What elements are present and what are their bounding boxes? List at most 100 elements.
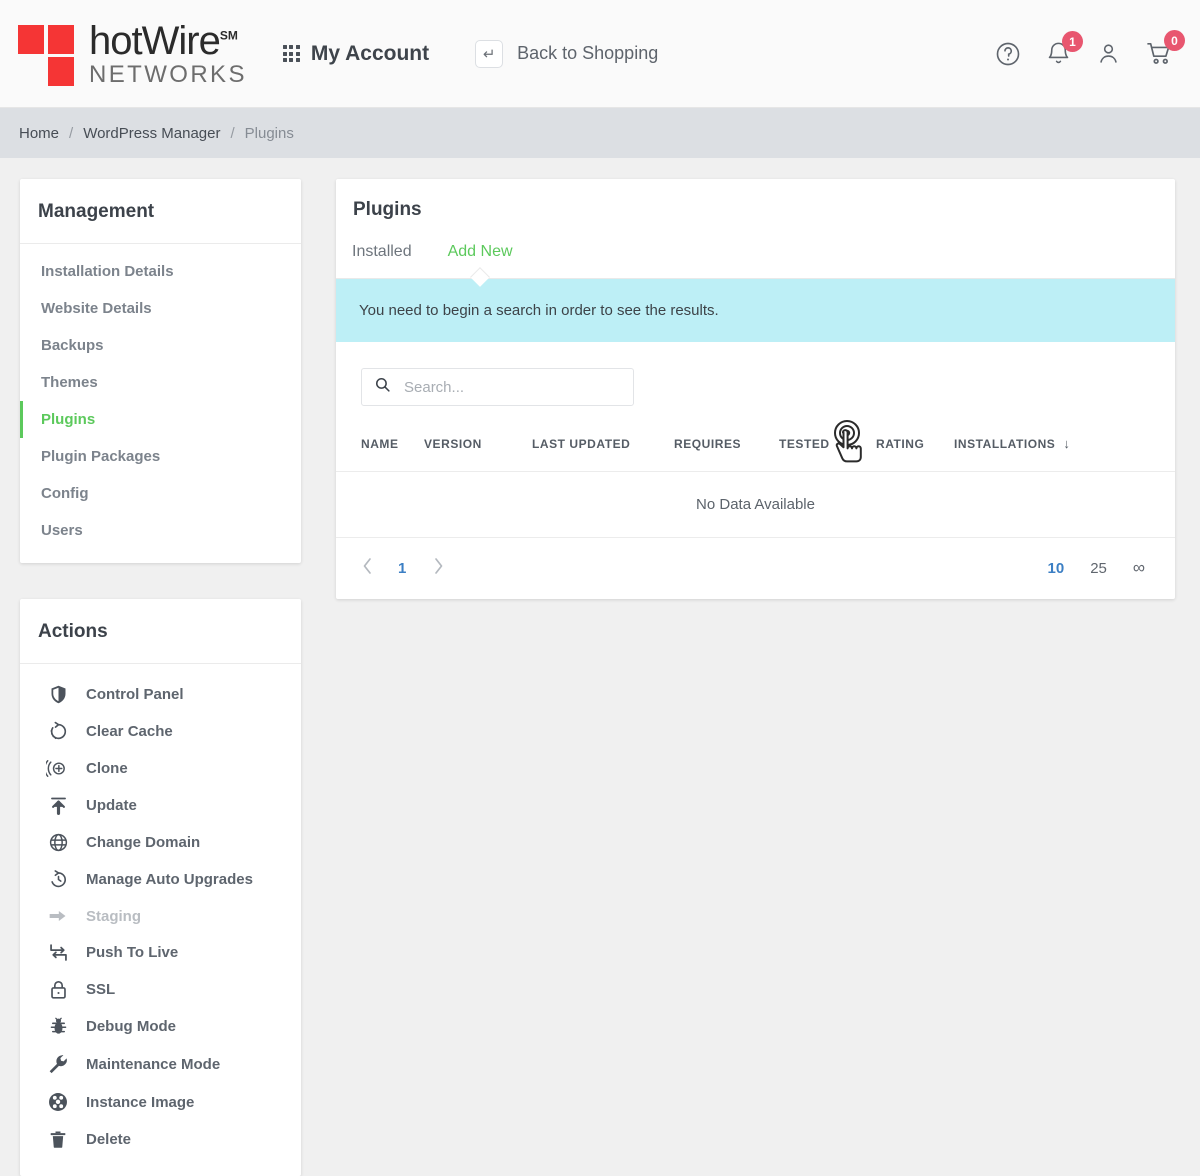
action-label: Clone	[86, 760, 128, 777]
action-label: Update	[86, 797, 137, 814]
action-clone[interactable]: Clone	[20, 750, 301, 787]
no-data-message: No Data Available	[336, 471, 1175, 538]
action-label: Control Panel	[86, 686, 184, 703]
logo-sm-mark: SM	[219, 28, 238, 43]
action-maintenance-mode[interactable]: Maintenance Mode	[20, 1045, 301, 1083]
column-header-tested[interactable]: TESTED	[779, 428, 876, 472]
swap-arrows-icon	[46, 942, 70, 963]
action-label: Staging	[86, 907, 141, 925]
breadcrumb-separator: /	[69, 124, 74, 142]
action-label: Change Domain	[86, 834, 201, 851]
logo-wordmark: hotWireSM	[89, 21, 238, 61]
arrow-down-icon: ↓	[1063, 436, 1071, 451]
action-label: SSL	[86, 981, 116, 998]
history-clock-icon	[46, 869, 70, 890]
column-header-last-updated[interactable]: LAST UPDATED	[532, 428, 674, 472]
chevron-left-icon[interactable]	[361, 557, 374, 579]
plugins-header: Plugins	[336, 179, 1175, 221]
sidebar-item-website-details[interactable]: Website Details	[20, 290, 301, 327]
breadcrumb-item-wordpress-manager[interactable]: WordPress Manager	[83, 125, 220, 142]
sidebar-item-plugin-packages[interactable]: Plugin Packages	[20, 438, 301, 475]
action-ssl[interactable]: SSL	[20, 971, 301, 1008]
actions-card-header: Actions	[20, 599, 301, 664]
sidebar-item-backups[interactable]: Backups	[20, 327, 301, 364]
chevron-right-icon[interactable]	[432, 557, 445, 579]
action-manage-auto-upgrades[interactable]: Manage Auto Upgrades	[20, 861, 301, 898]
management-menu: Installation Details Website Details Bac…	[20, 244, 301, 563]
my-account-button[interactable]: My Account	[282, 42, 429, 66]
action-label: Maintenance Mode	[86, 1055, 221, 1073]
action-push-to-live[interactable]: Push To Live	[20, 934, 301, 971]
refresh-dashed-icon	[46, 721, 70, 742]
actions-card: Actions Control Panel Clear Cache Clone …	[20, 599, 301, 1176]
action-label: Debug Mode	[86, 1018, 176, 1035]
breadcrumb-item-home[interactable]: Home	[19, 125, 59, 142]
column-header-requires[interactable]: REQUIRES	[674, 428, 779, 472]
user-icon[interactable]	[1095, 40, 1122, 67]
action-update[interactable]: Update	[20, 787, 301, 824]
action-instance-image[interactable]: Instance Image	[20, 1083, 301, 1121]
action-change-domain[interactable]: Change Domain	[20, 824, 301, 861]
page-size-25[interactable]: 25	[1090, 560, 1107, 577]
clone-plus-icon	[46, 758, 70, 779]
action-label: Instance Image	[86, 1093, 195, 1111]
plugins-tabs: Installed Add New	[336, 221, 1175, 279]
logo-wordmark-text: hotWire	[89, 18, 221, 63]
search-notice-banner: You need to begin a search in order to s…	[336, 279, 1175, 342]
action-label: Delete	[86, 1131, 132, 1148]
grid-menu-icon	[282, 45, 300, 62]
page-body: Management Installation Details Website …	[0, 158, 1200, 1176]
upload-arrow-icon	[46, 795, 70, 816]
sidebar-item-installation-details[interactable]: Installation Details	[20, 253, 301, 290]
logo-squares-icon	[18, 23, 76, 86]
sidebar-item-config[interactable]: Config	[20, 475, 301, 512]
sidebar-item-plugins[interactable]: Plugins	[20, 401, 301, 438]
search-icon	[374, 376, 391, 398]
search-input[interactable]	[404, 378, 621, 396]
shopping-cart-icon[interactable]: 0	[1145, 30, 1185, 68]
shield-icon	[46, 684, 70, 705]
search-box[interactable]	[361, 368, 634, 406]
column-header-name[interactable]: NAME	[336, 428, 424, 472]
action-control-panel[interactable]: Control Panel	[20, 676, 301, 713]
page-size-all[interactable]: ∞	[1133, 558, 1145, 578]
sidebar: Management Installation Details Website …	[20, 179, 301, 1176]
page-number-1[interactable]: 1	[398, 560, 406, 577]
breadcrumb-item-plugins: Plugins	[244, 124, 294, 142]
back-to-shopping-button[interactable]: ↵ Back to Shopping	[475, 39, 658, 68]
management-card-header: Management	[20, 179, 301, 244]
sidebar-item-themes[interactable]: Themes	[20, 364, 301, 401]
action-label: Clear Cache	[86, 723, 173, 740]
action-debug-mode[interactable]: Debug Mode	[20, 1008, 301, 1045]
page-size-10[interactable]: 10	[1048, 560, 1065, 577]
brand-logo[interactable]: hotWireSM NETWORKS	[18, 21, 247, 87]
column-header-rating[interactable]: RATING	[876, 428, 954, 472]
management-title: Management	[38, 201, 155, 222]
globe-icon	[46, 832, 70, 853]
actions-title: Actions	[38, 621, 108, 642]
sidebar-item-users[interactable]: Users	[20, 512, 301, 549]
tab-installed[interactable]: Installed	[352, 243, 412, 278]
action-clear-cache[interactable]: Clear Cache	[20, 713, 301, 750]
main-content: Plugins Installed Add New You need to be…	[336, 179, 1175, 599]
column-header-installations[interactable]: INSTALLATIONS ↓	[954, 428, 1175, 472]
page-title: Plugins	[353, 199, 422, 220]
table-header-row: NAME VERSION LAST UPDATED REQUIRES TESTE…	[336, 428, 1175, 472]
management-card: Management Installation Details Website …	[20, 179, 301, 563]
tab-add-new[interactable]: Add New	[448, 243, 513, 278]
plugins-table: NAME VERSION LAST UPDATED REQUIRES TESTE…	[336, 428, 1175, 538]
action-delete[interactable]: Delete	[20, 1121, 301, 1158]
arrow-right-icon	[46, 906, 70, 926]
enter-return-icon: ↵	[475, 39, 504, 68]
bell-icon[interactable]: 1	[1045, 31, 1083, 67]
column-header-version[interactable]: VERSION	[424, 428, 532, 472]
question-circle-icon[interactable]	[994, 40, 1022, 68]
app-header: hotWireSM NETWORKS My Account ↵ Back to …	[0, 0, 1200, 108]
cart-badge: 0	[1164, 30, 1185, 51]
wrench-icon	[46, 1053, 70, 1075]
empty-state-row: No Data Available	[336, 471, 1175, 538]
action-staging: Staging	[20, 898, 301, 934]
page-size-selector: 10 25 ∞	[1048, 558, 1146, 578]
film-reel-icon	[46, 1091, 70, 1113]
action-label: Manage Auto Upgrades	[86, 871, 253, 888]
